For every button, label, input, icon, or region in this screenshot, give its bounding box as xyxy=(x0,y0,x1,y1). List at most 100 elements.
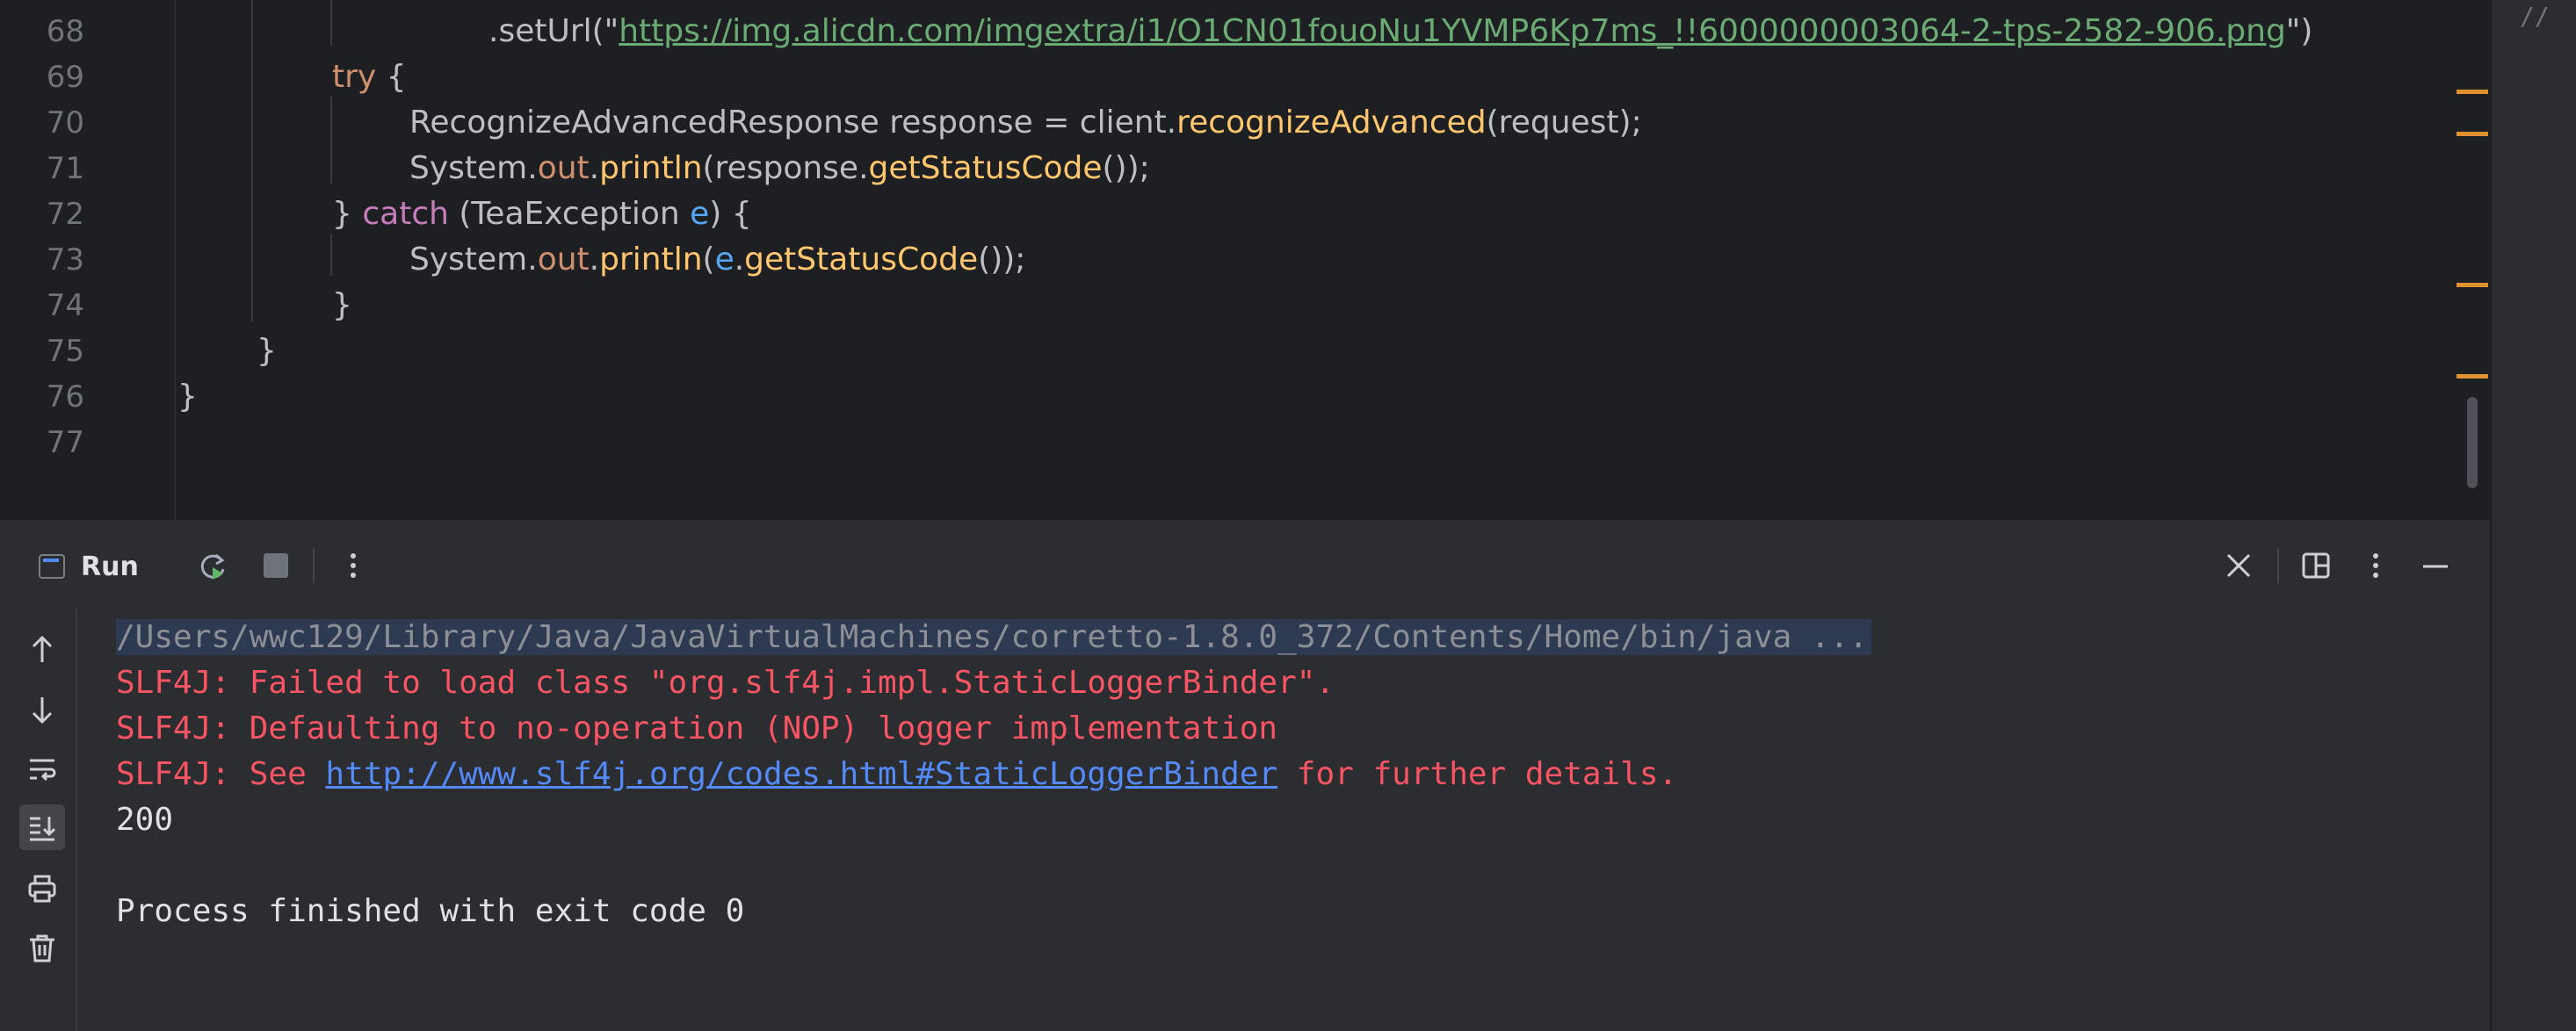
code-url-link[interactable]: https://img.alicdn.com/imgextra/i1/O1CN0… xyxy=(619,13,2286,49)
code-line-74[interactable]: } xyxy=(332,283,352,328)
console-error-line: SLF4J: Failed to load class "org.slf4j.i… xyxy=(116,665,1335,701)
code-param: e xyxy=(690,196,710,232)
code-token: (request); xyxy=(1486,105,1642,141)
code-line-73[interactable]: System.out.println(e.getStatusCode()); xyxy=(409,237,1025,283)
scroll-down-button[interactable] xyxy=(19,687,65,732)
tab-run-label: Run xyxy=(81,551,139,582)
code-line-68[interactable]: .setUrl("https://img.alicdn.com/imgextra… xyxy=(488,9,2312,54)
code-editor[interactable]: 68 69 70 71 72 73 74 75 76 77 .setUrl("h… xyxy=(0,0,2490,520)
code-token: } xyxy=(257,333,277,369)
console-command[interactable]: /Users/wwc129/Library/Java/JavaVirtualMa… xyxy=(116,619,1871,655)
trash-icon xyxy=(30,934,54,963)
scroll-to-end-button[interactable] xyxy=(19,804,65,850)
warning-marker[interactable] xyxy=(2457,283,2488,287)
code-token: RecognizeAdvancedResponse response = cli… xyxy=(409,105,1177,141)
ide-window: 68 69 70 71 72 73 74 75 76 77 .setUrl("h… xyxy=(0,0,2576,1031)
run-toolbar xyxy=(0,522,2490,609)
close-icon xyxy=(2226,553,2251,578)
indent-guide xyxy=(251,0,253,321)
right-tool-strip: // xyxy=(2490,0,2576,1031)
toolbar-separator xyxy=(313,548,315,583)
clear-all-button[interactable] xyxy=(19,926,65,971)
rerun-icon xyxy=(200,553,225,580)
console-sidebar xyxy=(0,609,77,1031)
code-param: e xyxy=(714,242,734,278)
indent-guide xyxy=(330,0,332,46)
code-token: (" xyxy=(591,13,619,49)
code-token: } xyxy=(332,196,363,232)
arrow-up-icon xyxy=(32,635,53,662)
code-method: recognizeAdvanced xyxy=(1176,105,1487,141)
code-line-72[interactable]: } catch (TeaException e) { xyxy=(332,191,752,237)
code-token: { xyxy=(376,59,407,95)
code-token: ) { xyxy=(709,196,752,232)
scroll-to-end-icon xyxy=(30,817,56,841)
close-button[interactable] xyxy=(2219,546,2258,585)
code-method: getStatusCode xyxy=(868,150,1103,186)
console-command-line[interactable]: /Users/wwc129/Library/Java/JavaVirtualMa… xyxy=(116,615,1871,660)
console-output-line: 200 xyxy=(116,802,174,838)
more-vertical-icon xyxy=(351,553,356,578)
stop-button[interactable] xyxy=(257,546,295,585)
code-field: out xyxy=(537,242,590,278)
line-number: 77 xyxy=(46,425,84,460)
code-token: ( xyxy=(702,242,715,278)
line-number: 70 xyxy=(46,105,84,141)
layout-icon xyxy=(2302,552,2330,579)
code-line-70[interactable]: RecognizeAdvancedResponse response = cli… xyxy=(409,100,1642,146)
code-method: println xyxy=(599,242,703,278)
line-number-gutter[interactable]: 68 69 70 71 72 73 74 75 76 77 xyxy=(0,0,174,520)
console-link[interactable]: http://www.slf4j.org/codes.html#StaticLo… xyxy=(325,756,1277,792)
code-token: .setUrl xyxy=(488,13,592,49)
warning-marker[interactable] xyxy=(2457,374,2488,379)
code-keyword: catch xyxy=(362,196,449,232)
code-token: ()); xyxy=(978,242,1026,278)
more-vertical-icon xyxy=(2373,553,2378,578)
toolbar-separator xyxy=(2277,548,2279,583)
code-line-71[interactable]: System.out.println(response.getStatusCod… xyxy=(409,146,1150,191)
indent-guide xyxy=(330,234,332,276)
print-icon xyxy=(28,875,56,903)
indent-guide xyxy=(330,97,332,184)
minimize-button[interactable] xyxy=(2416,546,2455,585)
code-method: getStatusCode xyxy=(744,242,979,278)
console-text: SLF4J: See xyxy=(116,756,326,792)
warning-marker[interactable] xyxy=(2457,90,2488,94)
more-options-button[interactable] xyxy=(2356,546,2395,585)
overflow-marker: // xyxy=(2520,2,2550,31)
rerun-button[interactable] xyxy=(193,546,232,585)
code-field: out xyxy=(537,150,590,186)
line-number: 76 xyxy=(46,379,84,415)
console-error-line: SLF4J: Defaulting to no-operation (NOP) … xyxy=(116,710,1278,746)
code-token: . xyxy=(734,242,745,278)
console-error-line: SLF4J: See http://www.slf4j.org/codes.ht… xyxy=(116,752,1677,797)
more-options-button[interactable] xyxy=(334,546,373,585)
warning-marker[interactable] xyxy=(2457,132,2488,136)
code-line-69[interactable]: try { xyxy=(332,54,407,100)
code-token: ") xyxy=(2285,13,2313,49)
code-token: (response. xyxy=(702,150,869,186)
line-number: 71 xyxy=(46,151,84,186)
soft-wrap-button[interactable] xyxy=(19,746,65,792)
code-line-76[interactable]: } xyxy=(177,374,198,420)
layout-button[interactable] xyxy=(2297,546,2335,585)
editor-scrollbar[interactable] xyxy=(2467,397,2478,488)
code-token: System. xyxy=(409,242,538,278)
tab-run[interactable]: Run xyxy=(39,544,139,588)
code-token: (TeaException xyxy=(448,196,691,232)
code-token: . xyxy=(589,150,600,186)
code-keyword: try xyxy=(332,59,377,95)
stop-icon xyxy=(264,553,288,578)
scroll-up-button[interactable] xyxy=(19,627,65,673)
process-finished-line: Process finished with exit code 0 xyxy=(116,893,745,929)
print-button[interactable] xyxy=(19,866,65,912)
line-number: 69 xyxy=(46,60,84,95)
console-icon xyxy=(39,554,65,579)
minimize-icon xyxy=(2423,565,2448,568)
console-text: for further details. xyxy=(1277,756,1678,792)
code-line-75[interactable]: } xyxy=(257,328,277,374)
line-number: 72 xyxy=(46,197,84,232)
code-method: println xyxy=(599,150,703,186)
line-number: 74 xyxy=(46,288,84,323)
code-token: ()); xyxy=(1102,150,1150,186)
